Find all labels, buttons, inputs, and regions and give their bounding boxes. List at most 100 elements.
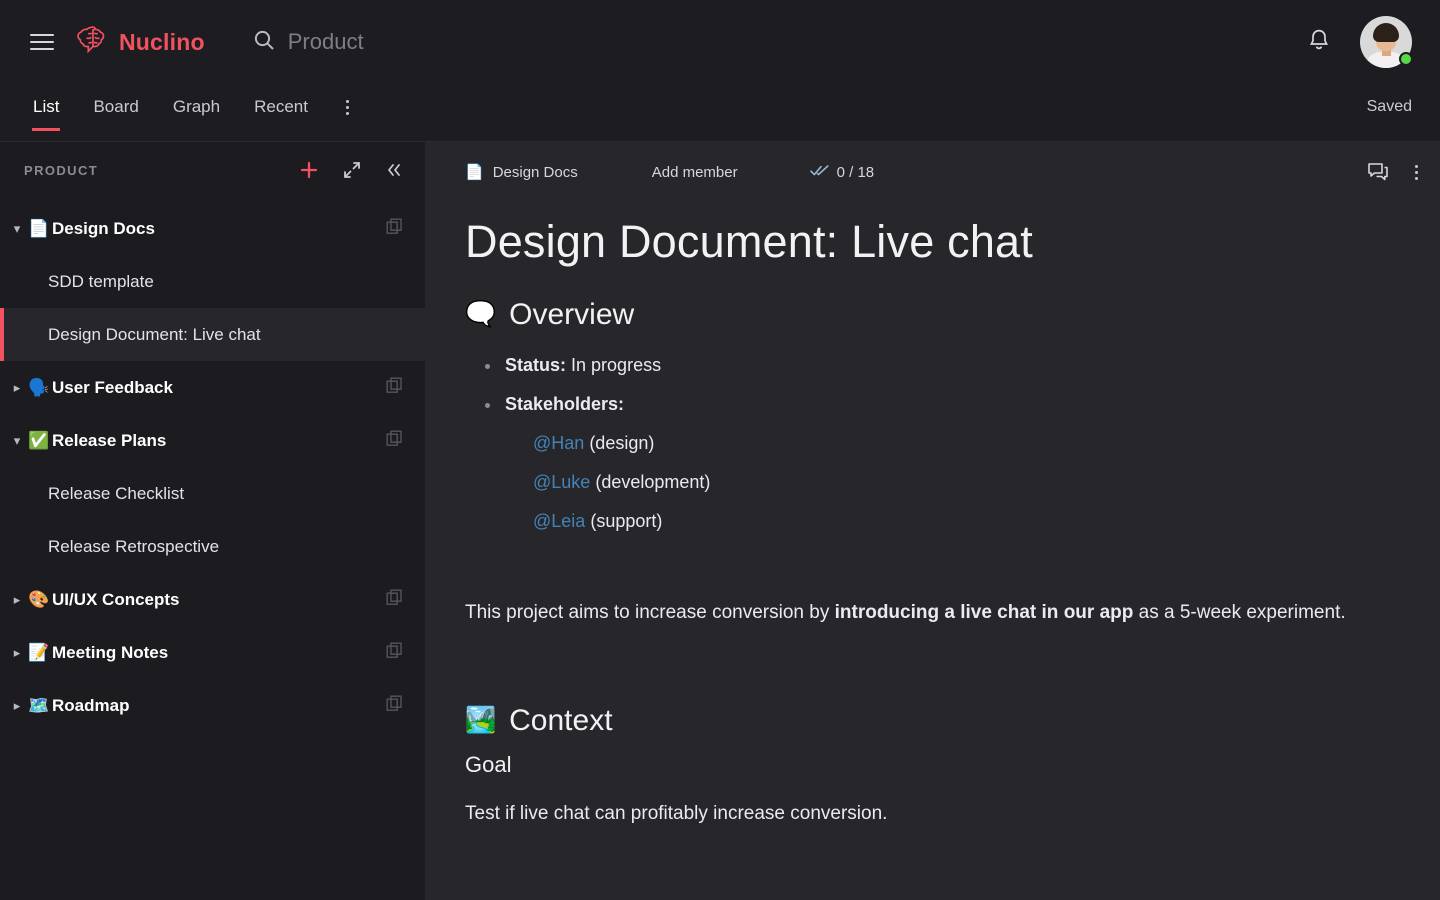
chevron-right-icon[interactable]: ▸ <box>8 380 26 396</box>
goal-paragraph[interactable]: Test if live chat can profitably increas… <box>465 794 1375 833</box>
sidebar-item-sdd-template[interactable]: SDD template <box>0 255 425 308</box>
sidebar-item-roadmap[interactable]: ▸ 🗺️ Roadmap <box>0 679 425 732</box>
sidebar-item-release-checklist[interactable]: Release Checklist <box>0 467 425 520</box>
task-progress[interactable]: 0 / 18 <box>809 163 875 181</box>
sidebar-item-emoji: 🗣️ <box>28 377 50 397</box>
sidebar-item-label: Release Retrospective <box>48 536 220 556</box>
sidebar-item-meeting-notes[interactable]: ▸ 📝 Meeting Notes <box>0 626 425 679</box>
top-bar: Nuclino Product <box>0 0 1440 84</box>
comment-bubble-icon[interactable] <box>1367 162 1389 182</box>
status-label: Status: <box>505 354 567 375</box>
breadcrumb[interactable]: 📄 Design Docs <box>465 163 578 182</box>
speech-balloon-icon: 🗨️ <box>465 300 497 329</box>
breadcrumb-emoji: 📄 <box>465 164 484 181</box>
mention-leia[interactable]: @Leia <box>533 511 585 531</box>
hamburger-line <box>30 48 54 50</box>
document-more-button[interactable] <box>1415 164 1418 180</box>
national-park-icon: 🏞️ <box>465 706 497 735</box>
stakeholder-role: (development) <box>595 471 711 492</box>
hamburger-line <box>30 34 54 36</box>
chevron-right-icon[interactable]: ▸ <box>8 592 26 608</box>
overview-paragraph-bold: introducing a live chat in our app <box>834 601 1134 623</box>
chevron-right-icon[interactable]: ▸ <box>8 645 26 661</box>
sidebar-item-label: Roadmap <box>52 695 130 715</box>
section-heading-overview-label: Overview <box>509 297 635 331</box>
subheading-goal[interactable]: Goal <box>465 752 1392 778</box>
vertical-dots-icon <box>346 99 350 115</box>
tab-list[interactable]: List <box>16 84 76 131</box>
double-chevron-left-icon[interactable] <box>385 162 403 178</box>
page-title[interactable]: Design Document: Live chat <box>465 216 1392 268</box>
sidebar-item-label: UI/UX Concepts <box>52 589 180 609</box>
overview-paragraph[interactable]: This project aims to increase conversion… <box>465 593 1375 632</box>
sidebar-item-label: Meeting Notes <box>52 642 169 662</box>
list-item[interactable]: @Leia (support) <box>533 502 1392 541</box>
tab-list-label: List <box>33 97 60 116</box>
search-input[interactable]: Product <box>253 29 364 56</box>
sidebar-item-label: Design Docs <box>52 218 155 238</box>
chevron-right-icon[interactable]: ▸ <box>8 698 26 714</box>
duplicate-icon[interactable] <box>386 377 403 399</box>
plus-icon[interactable] <box>299 160 319 180</box>
sidebar-item-label: Design Document: Live chat <box>48 324 261 344</box>
sidebar: PRODUCT ▾ 📄 Design Docs SDD template Des… <box>0 142 425 900</box>
sidebar-item-label: SDD template <box>48 271 154 291</box>
sidebar-item-label: Release Checklist <box>48 483 185 503</box>
sidebar-item-release-plans[interactable]: ▾ ✅ Release Plans <box>0 414 425 467</box>
bell-icon[interactable] <box>1308 28 1330 57</box>
status-value: In progress <box>571 354 662 375</box>
sidebar-item-emoji: 📝 <box>28 642 50 662</box>
sidebar-item-design-document-live-chat[interactable]: Design Document: Live chat <box>0 308 425 361</box>
expand-icon[interactable] <box>343 161 361 179</box>
add-member-button[interactable]: Add member <box>652 164 738 181</box>
tab-recent[interactable]: Recent <box>237 84 325 130</box>
chevron-down-icon[interactable]: ▾ <box>8 433 26 449</box>
sidebar-header: PRODUCT <box>0 142 425 198</box>
hamburger-icon[interactable] <box>30 34 54 50</box>
search-icon <box>253 29 275 56</box>
sidebar-item-emoji: 📄 <box>28 218 50 238</box>
list-item-stakeholders[interactable]: Stakeholders: @Han (design) @Luke (devel… <box>483 385 1392 541</box>
document-toolbar-actions <box>1367 142 1418 202</box>
sidebar-item-user-feedback[interactable]: ▸ 🗣️ User Feedback <box>0 361 425 414</box>
hamburger-line <box>30 41 54 43</box>
list-item[interactable]: @Han (design) <box>533 424 1392 463</box>
sidebar-item-label: Release Plans <box>52 430 167 450</box>
stakeholder-role: (support) <box>590 510 663 531</box>
tab-board[interactable]: Board <box>76 84 155 130</box>
mention-luke[interactable]: @Luke <box>533 472 590 492</box>
sidebar-actions <box>299 160 403 180</box>
document-body: Design Document: Live chat 🗨️ Overview S… <box>425 202 1440 833</box>
brain-speech-bubble-icon <box>76 25 110 60</box>
save-status: Saved <box>1366 98 1412 115</box>
task-progress-label: 0 / 18 <box>836 163 875 181</box>
avatar[interactable] <box>1360 16 1413 68</box>
search-placeholder: Product <box>287 29 364 54</box>
view-tabs: List Board Graph Recent <box>0 84 365 131</box>
duplicate-icon[interactable] <box>386 695 403 717</box>
duplicate-icon[interactable] <box>386 218 403 240</box>
list-item[interactable]: @Luke (development) <box>533 463 1392 502</box>
online-status-dot <box>1399 52 1413 66</box>
tab-graph[interactable]: Graph <box>156 84 237 130</box>
section-heading-overview[interactable]: 🗨️ Overview <box>465 298 1392 332</box>
sidebar-item-release-retrospective[interactable]: Release Retrospective <box>0 520 425 573</box>
sidebar-item-emoji: ✅ <box>28 430 50 450</box>
tab-graph-label: Graph <box>172 97 221 116</box>
sidebar-item-design-docs[interactable]: ▾ 📄 Design Docs <box>0 202 425 255</box>
sidebar-item-ui-ux-concepts[interactable]: ▸ 🎨 UI/UX Concepts <box>0 573 425 626</box>
avatar-hair <box>1373 23 1399 42</box>
duplicate-icon[interactable] <box>386 642 403 664</box>
breadcrumb-label: Design Docs <box>492 163 578 181</box>
chevron-down-icon[interactable]: ▾ <box>8 221 26 237</box>
double-check-icon <box>809 164 829 181</box>
section-heading-context[interactable]: 🏞️ Context <box>465 704 1392 738</box>
list-item-status[interactable]: Status: In progress <box>483 346 1392 385</box>
tab-bar: List Board Graph Recent Saved <box>0 84 1440 142</box>
brand-logo[interactable]: Nuclino <box>76 25 205 60</box>
top-bar-right <box>1308 0 1413 84</box>
tab-more-button[interactable] <box>331 84 365 130</box>
mention-han[interactable]: @Han <box>533 433 584 453</box>
duplicate-icon[interactable] <box>386 589 403 611</box>
duplicate-icon[interactable] <box>386 430 403 452</box>
